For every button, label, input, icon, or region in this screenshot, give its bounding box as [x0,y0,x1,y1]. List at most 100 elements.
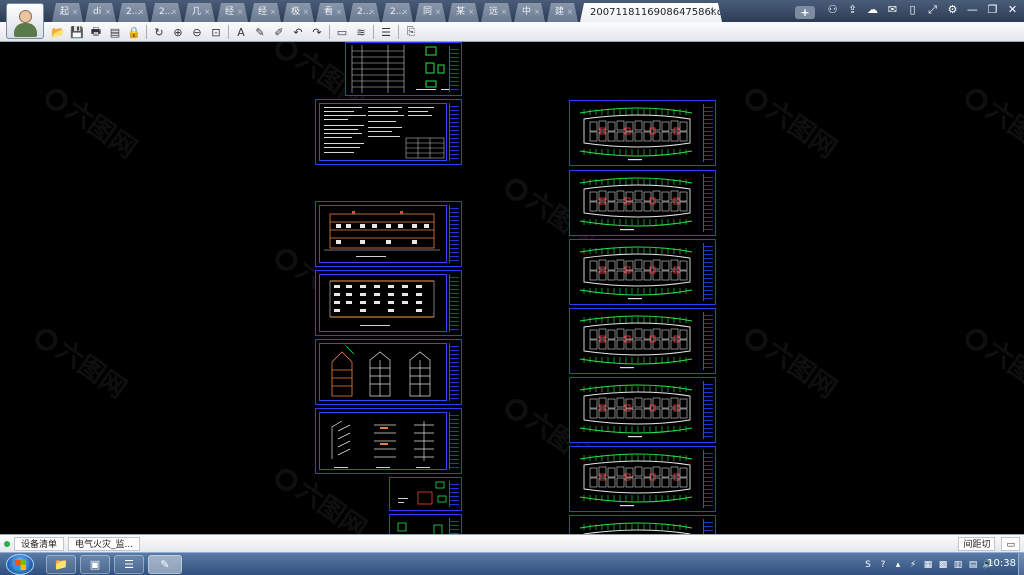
tab-close-icon[interactable]: × [72,3,78,22]
share-icon[interactable]: ⇪ [845,2,860,18]
tab-close-icon[interactable]: × [336,3,342,22]
people-icon[interactable]: ⚇ [825,2,840,18]
taskbar-explorer-icon[interactable]: 📁 [46,555,76,574]
drawing-sheet-floor-plan[interactable] [569,308,716,374]
tab-close-icon[interactable]: × [171,3,177,22]
tab-document[interactable]: 2... × [382,3,413,22]
marker-icon[interactable]: ✐ [271,24,287,40]
new-tab-button[interactable]: + [795,6,815,19]
undo-icon[interactable]: ↶ [290,24,306,40]
tab-close-icon[interactable]: × [534,3,540,22]
pencil-icon[interactable]: ✎ [252,24,268,40]
tab-close-icon[interactable]: × [303,3,309,22]
tab-close-icon[interactable]: × [204,3,210,22]
start-button[interactable] [6,554,34,575]
drawing-sheet-detail-2[interactable] [389,514,462,534]
save-icon[interactable]: 💾 [69,24,85,40]
drawing-sheet-elevation-2[interactable] [315,270,462,336]
tray-icon[interactable]: S [862,559,874,571]
tab-active-document[interactable]: 2007118116908647586l.d... × [580,3,722,22]
tab-document[interactable]: 同 × [415,3,446,22]
tab-close-icon[interactable]: × [501,3,507,22]
spacing-toggle-button[interactable]: 间距切 [958,537,996,551]
tray-icon[interactable]: ▴ [892,559,904,571]
rotate-icon[interactable]: ↻ [151,24,167,40]
skin-icon[interactable]: ☁ [865,2,880,18]
tray-icon[interactable]: ? [877,559,889,571]
fullscreen-icon[interactable]: ⤢ [925,2,940,18]
tab-close-icon[interactable]: × [237,3,243,22]
tab-document[interactable]: di × [85,3,116,22]
tab-close-icon[interactable]: × [567,3,573,22]
taskbar-stack-icon[interactable]: ☰ [114,555,144,574]
tab-close-icon[interactable]: × [369,3,375,22]
tray-icon[interactable]: ▩ [937,559,949,571]
redo-icon[interactable]: ↷ [309,24,325,40]
tab-close-icon[interactable]: × [138,3,144,22]
zoom-window-icon[interactable]: ⊡ [208,24,224,40]
zoom-in-icon[interactable]: ⊕ [170,24,186,40]
export-icon[interactable]: ⎘ [403,24,419,40]
tray-icon[interactable]: ▤ [967,559,979,571]
drawing-sheet-floor-plan[interactable] [569,239,716,305]
clock[interactable]: 10:38 [987,558,1016,569]
tab-close-icon[interactable]: × [270,3,276,22]
tab-document[interactable]: 起 × [52,3,83,22]
tab-document[interactable]: 中 × [514,3,545,22]
drawing-canvas[interactable]: 六图网 六图网 六图网 六图网 六图网 六图网 六图网 六图网 六图网 六图网 … [0,42,1024,534]
drawing-sheet-sections-1[interactable] [315,339,462,405]
tab-document[interactable]: 某 × [448,3,479,22]
drawing-sheet-detail-1[interactable] [389,477,462,511]
lock-icon[interactable]: 🔒 [126,24,142,40]
stack-icon[interactable]: ☰ [378,24,394,40]
tab-close-icon[interactable]: × [105,3,111,22]
tray-icon[interactable]: ▦ [922,559,934,571]
pdf-icon[interactable]: ▤ [107,24,123,40]
print-icon[interactable]: 🖶 [88,24,104,40]
tab-document[interactable]: 2... × [118,3,149,22]
chat-icon[interactable]: ✉ [885,2,900,18]
drawing-sheet-floor-plan[interactable] [569,377,716,443]
taskbar-cad-viewer-icon[interactable]: ✎ [148,555,182,574]
layers-icon[interactable]: ≋ [353,24,369,40]
tab-document[interactable]: 2... × [151,3,182,22]
zoom-out-icon[interactable]: ⊖ [189,24,205,40]
tab-document[interactable]: 极 × [283,3,314,22]
drawing-sheet-floor-plan[interactable] [569,170,716,236]
drawing-sheet-notes[interactable] [315,99,462,165]
drawing-sheet-floor-plan[interactable] [569,446,716,512]
drawing-sheet-floor-plan[interactable] [569,100,716,166]
restore-icon[interactable]: ❐ [985,2,1000,18]
taskbar-media-icon[interactable]: ▣ [80,555,110,574]
chat-icon[interactable]: ▭ [1001,537,1020,551]
close-icon[interactable]: ✕ [1005,2,1020,18]
mobile-icon[interactable]: ▯ [905,2,920,18]
tray-icon[interactable]: ▥ [952,559,964,571]
settings-icon[interactable]: ⚙ [945,2,960,18]
tab-document[interactable]: 建 × [547,3,578,22]
tab-document[interactable]: 2... × [349,3,380,22]
tray-icon[interactable]: ⚡ [907,559,919,571]
open-folder-icon[interactable]: 📂 [50,24,66,40]
drawing-sheet-schedule[interactable] [345,42,462,96]
tab-close-icon[interactable]: × [709,3,717,22]
tab-document[interactable]: 经 × [217,3,248,22]
tab-document[interactable]: 远 × [481,3,512,22]
drawing-sheet-sections-2[interactable] [315,408,462,474]
measure-icon[interactable]: ▭ [334,24,350,40]
text-icon[interactable]: A [233,24,249,40]
tab-document[interactable]: 看 × [316,3,347,22]
drawing-sheet-elevation-1[interactable] [315,201,462,267]
tab-close-icon[interactable]: × [402,3,408,22]
tab-close-icon[interactable]: × [435,3,441,22]
minimize-icon[interactable]: — [965,2,980,18]
bottom-tab-fire-monitor[interactable]: 电气火灾_监... [68,537,141,551]
show-desktop-button[interactable] [1018,553,1024,575]
bottom-tab-equipment-list[interactable]: 设备清单 [14,537,65,551]
title-block [703,450,713,508]
tab-document[interactable]: 几 × [184,3,215,22]
tab-close-icon[interactable]: × [468,3,474,22]
drawing-sheet-floor-plan[interactable] [569,515,716,534]
tab-document[interactable]: 经 × [250,3,281,22]
user-avatar[interactable] [6,3,44,39]
